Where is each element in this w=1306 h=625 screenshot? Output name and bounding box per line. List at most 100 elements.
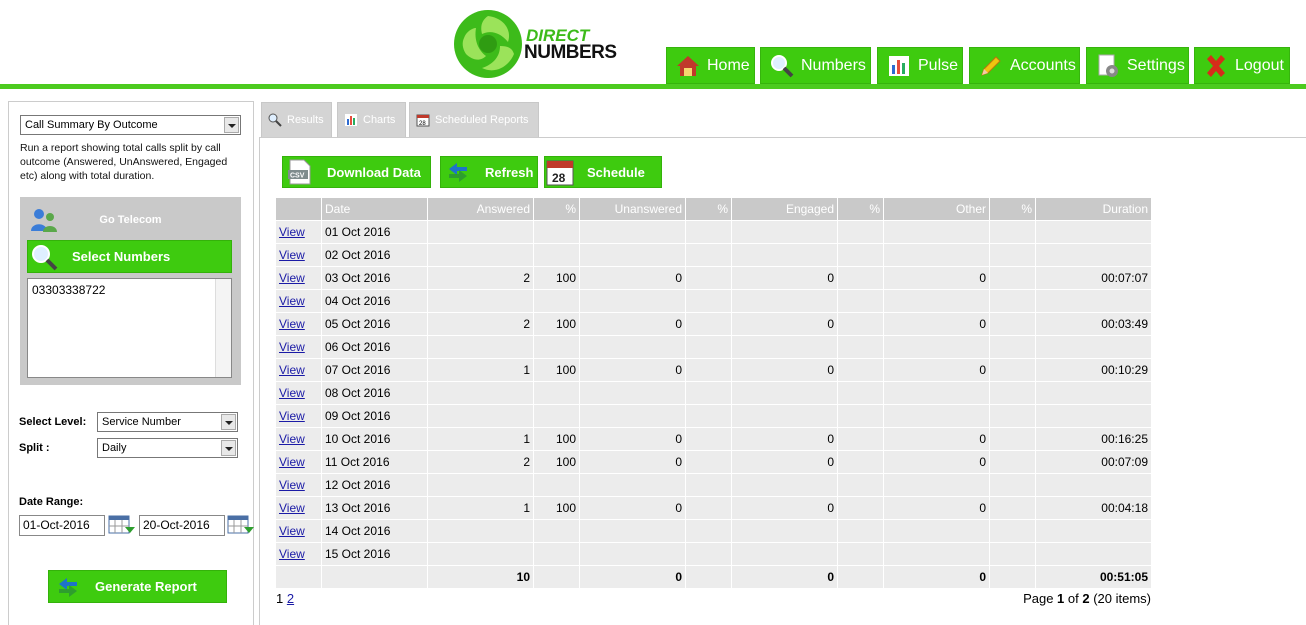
split-select[interactable]: Daily bbox=[97, 438, 238, 458]
table-row: View 14 Oct 2016 bbox=[276, 520, 1151, 542]
generate-report-button[interactable]: Generate Report bbox=[48, 570, 227, 603]
cell-engaged-pct bbox=[838, 267, 883, 289]
download-data-button[interactable]: CSV Download Data bbox=[282, 156, 431, 188]
column-header-answered-pct[interactable]: % bbox=[534, 198, 579, 220]
total-cell: 0 bbox=[732, 566, 837, 588]
tab-scheduled-reports[interactable]: 28 Scheduled Reports bbox=[409, 102, 539, 138]
nav-accounts[interactable]: Accounts bbox=[969, 47, 1080, 84]
total-cell bbox=[838, 566, 883, 588]
cell-unanswered: 0 bbox=[580, 359, 685, 381]
view-link[interactable]: View bbox=[279, 432, 305, 446]
cell-date: 09 Oct 2016 bbox=[322, 405, 427, 427]
cell-other-pct bbox=[990, 451, 1035, 473]
nav-numbers[interactable]: Numbers bbox=[760, 47, 871, 84]
total-cell: 0 bbox=[580, 566, 685, 588]
chevron-down-icon[interactable] bbox=[221, 440, 236, 456]
date-to-input[interactable]: 20-Oct-2016 bbox=[139, 515, 225, 536]
nav-pulse[interactable]: Pulse bbox=[877, 47, 963, 84]
column-header-unanswered-pct[interactable]: % bbox=[686, 198, 731, 220]
cell-date: 01 Oct 2016 bbox=[322, 221, 427, 243]
column-header-date[interactable]: Date bbox=[322, 198, 427, 220]
cell-other-pct bbox=[990, 244, 1035, 266]
total-cell bbox=[990, 566, 1035, 588]
list-item[interactable]: 03303338722 bbox=[32, 283, 227, 297]
chevron-down-icon[interactable] bbox=[221, 414, 236, 430]
table-row: View 09 Oct 2016 bbox=[276, 405, 1151, 427]
cell-unanswered-pct bbox=[686, 451, 731, 473]
view-link[interactable]: View bbox=[279, 501, 305, 515]
nav-settings[interactable]: Settings bbox=[1086, 47, 1189, 84]
tab-results[interactable]: Results bbox=[261, 102, 332, 138]
totals-row: 10 0 0 0 00:51:05 bbox=[276, 566, 1151, 588]
view-link[interactable]: View bbox=[279, 340, 305, 354]
cell-engaged-pct bbox=[838, 543, 883, 565]
cell-answered bbox=[428, 290, 533, 312]
view-link-cell: View bbox=[276, 313, 321, 335]
column-header-answered[interactable]: Answered bbox=[428, 198, 533, 220]
date-from-input[interactable]: 01-Oct-2016 bbox=[19, 515, 105, 536]
cell-unanswered: 0 bbox=[580, 428, 685, 450]
table-row: View 05 Oct 2016 2 100 0 0 0 00:03:49 bbox=[276, 313, 1151, 335]
column-header-unanswered[interactable]: Unanswered bbox=[580, 198, 685, 220]
cell-other-pct bbox=[990, 267, 1035, 289]
cell-other bbox=[884, 382, 989, 404]
view-link[interactable]: View bbox=[279, 547, 305, 561]
cell-unanswered-pct bbox=[686, 497, 731, 519]
magnifier-icon bbox=[32, 244, 58, 270]
cell-engaged bbox=[732, 221, 837, 243]
header: DIRECT NUMBERS Home Numbers Pulse Accoun… bbox=[0, 0, 1306, 90]
column-header-duration[interactable]: Duration bbox=[1036, 198, 1151, 220]
nav-pulse-label: Pulse bbox=[918, 56, 959, 74]
column-header-engaged[interactable]: Engaged bbox=[732, 198, 837, 220]
nav-home[interactable]: Home bbox=[666, 47, 755, 84]
chevron-down-icon[interactable] bbox=[224, 117, 239, 133]
nav-logout[interactable]: Logout bbox=[1194, 47, 1290, 84]
page-link-current: 1 bbox=[276, 591, 284, 606]
view-link[interactable]: View bbox=[279, 317, 305, 331]
view-link[interactable]: View bbox=[279, 409, 305, 423]
brand-logo[interactable]: DIRECT NUMBERS bbox=[452, 8, 632, 80]
view-link[interactable]: View bbox=[279, 524, 305, 538]
view-link[interactable]: View bbox=[279, 478, 305, 492]
view-link[interactable]: View bbox=[279, 294, 305, 308]
refresh-button[interactable]: Refresh bbox=[440, 156, 538, 188]
select-numbers-button[interactable]: Select Numbers bbox=[27, 240, 232, 273]
view-link[interactable]: View bbox=[279, 455, 305, 469]
cell-other-pct bbox=[990, 313, 1035, 335]
numbers-listbox[interactable]: 03303338722 bbox=[27, 278, 232, 378]
cell-unanswered-pct bbox=[686, 428, 731, 450]
cell-engaged: 0 bbox=[732, 451, 837, 473]
cell-other-pct bbox=[990, 428, 1035, 450]
column-header-engaged-pct[interactable]: % bbox=[838, 198, 883, 220]
view-link[interactable]: View bbox=[279, 248, 305, 262]
view-link-cell: View bbox=[276, 244, 321, 266]
column-header-other[interactable]: Other bbox=[884, 198, 989, 220]
view-link[interactable]: View bbox=[279, 271, 305, 285]
cell-unanswered: 0 bbox=[580, 497, 685, 519]
report-type-select[interactable]: Call Summary By Outcome bbox=[20, 115, 241, 135]
cell-answered bbox=[428, 543, 533, 565]
generate-report-label: Generate Report bbox=[95, 579, 197, 594]
tab-charts[interactable]: Charts bbox=[337, 102, 406, 138]
page-link[interactable]: 2 bbox=[287, 591, 294, 606]
table-header-row: Date Answered % Unanswered % Engaged % O… bbox=[276, 198, 1151, 220]
schedule-button[interactable]: 28 Schedule bbox=[544, 156, 662, 188]
cell-answered: 1 bbox=[428, 359, 533, 381]
content-divider bbox=[259, 137, 260, 625]
table-row: View 11 Oct 2016 2 100 0 0 0 00:07:09 bbox=[276, 451, 1151, 473]
column-header-other-pct[interactable]: % bbox=[990, 198, 1035, 220]
calendar-picker-icon[interactable] bbox=[108, 514, 136, 536]
scrollbar[interactable] bbox=[215, 279, 231, 377]
cell-unanswered-pct bbox=[686, 290, 731, 312]
csv-file-icon: CSV bbox=[288, 159, 311, 185]
select-level-select[interactable]: Service Number bbox=[97, 412, 238, 432]
cell-date: 05 Oct 2016 bbox=[322, 313, 427, 335]
cell-engaged bbox=[732, 290, 837, 312]
view-link[interactable]: View bbox=[279, 225, 305, 239]
calendar-picker-icon[interactable] bbox=[227, 514, 255, 536]
table-row: View 10 Oct 2016 1 100 0 0 0 00:16:25 bbox=[276, 428, 1151, 450]
view-link[interactable]: View bbox=[279, 363, 305, 377]
total-cell bbox=[686, 566, 731, 588]
cell-answered bbox=[428, 474, 533, 496]
view-link[interactable]: View bbox=[279, 386, 305, 400]
